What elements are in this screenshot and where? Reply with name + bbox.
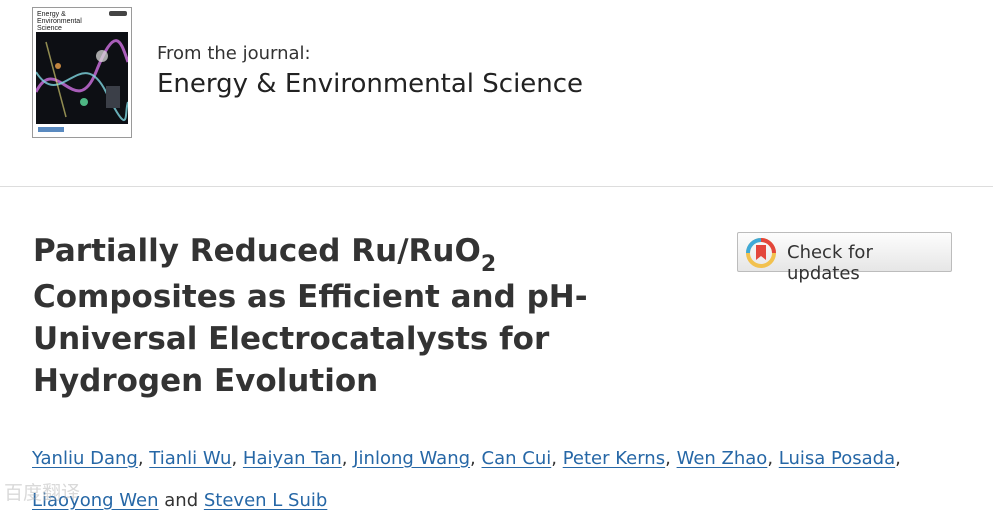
- author-link[interactable]: Jinlong Wang: [353, 448, 470, 469]
- header-divider: [0, 186, 993, 187]
- author-link[interactable]: Wen Zhao: [677, 448, 768, 469]
- author-link[interactable]: Yanliu Dang: [32, 448, 138, 469]
- author-separator: ,: [341, 448, 348, 469]
- author-separator: ,: [470, 448, 476, 469]
- author-separator: ,: [231, 448, 238, 469]
- author-link[interactable]: Haiyan Tan: [243, 448, 342, 469]
- article-title: Partially Reduced Ru/RuO2 Composites as E…: [33, 230, 633, 402]
- author-link[interactable]: Luisa Posada: [779, 448, 895, 469]
- from-journal-label: From the journal:: [157, 43, 311, 64]
- journal-cover-image[interactable]: Energy & Environmental Science: [32, 7, 132, 138]
- journal-name[interactable]: Energy & Environmental Science: [157, 69, 583, 99]
- check-for-updates-label: Check for updates: [787, 242, 873, 284]
- title-rest: Composites as Efficient and pH-Universal…: [33, 279, 588, 399]
- author-separator: ,: [665, 448, 671, 469]
- title-main: Partially Reduced Ru/RuO: [33, 233, 481, 269]
- check-for-updates-icon: [746, 238, 776, 268]
- author-separator: ,: [551, 448, 557, 469]
- author-separator: ,: [137, 448, 144, 469]
- cover-title: Energy & Environmental Science: [37, 11, 82, 32]
- journal-header: Energy & Environmental Science From the …: [0, 0, 993, 186]
- author-link[interactable]: Peter Kerns: [563, 448, 665, 469]
- title-subscript: 2: [480, 252, 497, 277]
- author-separator: ,: [767, 448, 774, 469]
- author-link[interactable]: Can Cui: [482, 448, 552, 469]
- author-link[interactable]: Tianli Wu: [149, 448, 231, 469]
- cover-publisher-logo: [38, 127, 64, 132]
- check-for-updates-button[interactable]: Check for updates: [737, 232, 952, 284]
- author-link[interactable]: Steven L Suib: [204, 490, 327, 511]
- author-link[interactable]: Liaoyong Wen: [32, 490, 159, 511]
- cover-artwork: [36, 32, 128, 124]
- author-list: Yanliu Dang, Tianli Wu, Haiyan Tan, Jinl…: [32, 438, 972, 522]
- cover-badge: [109, 11, 127, 16]
- author-separator: ,: [895, 448, 901, 469]
- author-conjunction: and: [164, 490, 199, 511]
